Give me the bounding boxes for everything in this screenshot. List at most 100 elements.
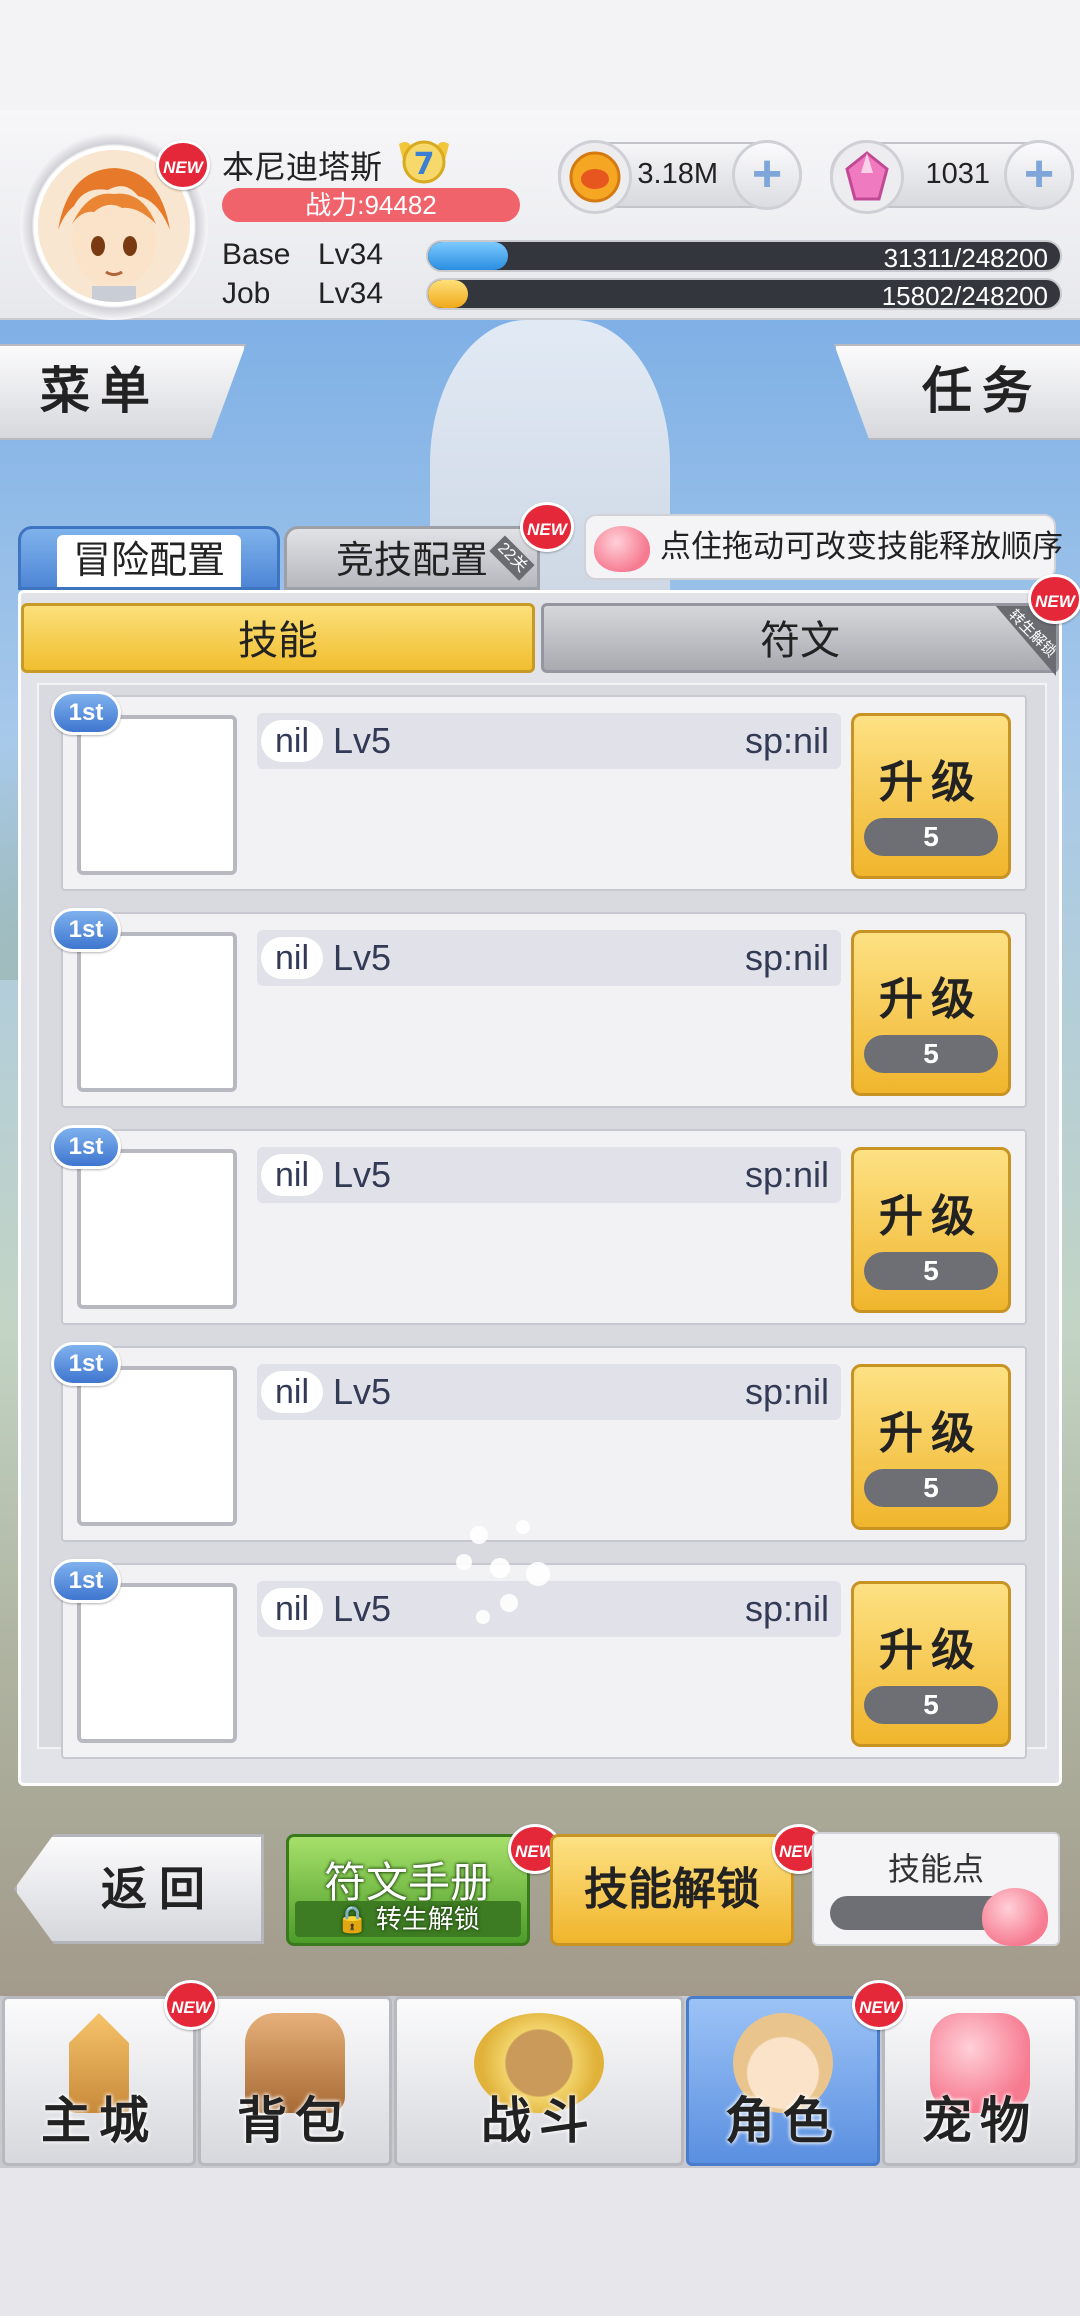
poring-icon xyxy=(594,526,650,572)
avatar-new-badge: NEW xyxy=(156,140,210,190)
skill-sp-cost: sp:nil xyxy=(744,937,829,978)
add-zeny-button[interactable]: + xyxy=(732,140,802,210)
rune-book-button[interactable]: 符文手册 🔒 转生解锁 xyxy=(286,1834,530,1946)
skill-points-label: 技能点 xyxy=(887,1851,984,1887)
arena-new-badge: NEW xyxy=(520,502,574,552)
base-level: Lv34 xyxy=(318,238,384,271)
gem-value: 1031 xyxy=(925,158,990,190)
skill-card[interactable]: 1st nil Lv5 sp:nil 升级 5 xyxy=(51,691,1027,891)
rune-new-badge: NEW xyxy=(1028,574,1080,624)
job-exp-text: 15802/248200 xyxy=(881,281,1048,310)
subtab-rune-label: 符文 xyxy=(760,619,840,663)
skill-name: nil xyxy=(261,1154,324,1196)
coin-icon xyxy=(558,140,632,214)
skill-card[interactable]: 1st nil Lv5 sp:nil 升级 5 xyxy=(51,908,1027,1108)
base-exp-text: 31311/248200 xyxy=(883,243,1048,272)
rank-badge-icon: 7 xyxy=(395,134,453,188)
skill-card[interactable]: 1st nil Lv5 sp:nil 升级 5 xyxy=(51,1125,1027,1325)
nav-character-new-badge: NEW xyxy=(852,1980,906,2030)
upgrade-cost: 5 xyxy=(864,818,998,856)
skill-icon-slot[interactable] xyxy=(77,1366,237,1526)
base-label: Base xyxy=(222,238,291,271)
skill-level: Lv5 xyxy=(333,720,392,761)
skill-points-box: 技能点 xyxy=(812,1832,1060,1946)
subtab-rune[interactable]: 符文 转生解锁 xyxy=(541,603,1059,676)
nav-character[interactable]: 角色 xyxy=(686,1996,880,2166)
nav-castle-label: 主城 xyxy=(41,2093,157,2149)
upgrade-label: 升级 xyxy=(879,1192,983,1241)
tab-arena-config[interactable]: 竞技配置 22关 xyxy=(284,526,540,590)
nav-battle-label: 战斗 xyxy=(481,2093,597,2149)
rank-number: 7 xyxy=(414,147,435,182)
base-level-row: Base Lv34 xyxy=(222,238,383,274)
player-name: 本尼迪塔斯 xyxy=(222,149,383,185)
skill-level: Lv5 xyxy=(333,1371,392,1412)
rune-book-label: 符文手册 xyxy=(323,1859,492,1906)
job-level: Lv34 xyxy=(318,277,384,310)
skill-info: nil Lv5 sp:nil xyxy=(257,1147,841,1203)
nav-pet-label: 宠物 xyxy=(922,2093,1038,2149)
skill-level: Lv5 xyxy=(333,1588,392,1629)
class-tier-badge: 1st xyxy=(51,908,121,952)
class-tier-badge: 1st xyxy=(51,1125,121,1169)
skill-icon-slot[interactable] xyxy=(77,1149,237,1309)
base-exp-bar: 31311/248200 xyxy=(426,240,1062,272)
status-area xyxy=(0,0,1080,120)
upgrade-label: 升级 xyxy=(879,758,983,807)
bottom-nav: 主城 背包 战斗 角色 宠物 xyxy=(0,1996,1080,2168)
skill-info: nil Lv5 sp:nil xyxy=(257,713,841,769)
gem-icon xyxy=(830,140,904,214)
nav-castle[interactable]: 主城 xyxy=(2,1996,196,2166)
drag-tip: 点住拖动可改变技能释放顺序 xyxy=(584,514,1063,580)
sparkle-effect xyxy=(440,1510,560,1630)
upgrade-cost: 5 xyxy=(864,1469,998,1507)
task-button[interactable]: 任务 xyxy=(834,344,1080,440)
upgrade-label: 升级 xyxy=(879,1409,983,1458)
nav-pet[interactable]: 宠物 xyxy=(882,1996,1078,2166)
nav-backpack-label: 背包 xyxy=(237,2093,353,2149)
upgrade-label: 升级 xyxy=(879,1626,983,1675)
skill-icon-slot[interactable] xyxy=(77,1583,237,1743)
skill-sp-cost: sp:nil xyxy=(744,1371,829,1412)
upgrade-cost: 5 xyxy=(864,1686,998,1724)
upgrade-button[interactable]: 升级 5 xyxy=(851,1147,1011,1313)
skill-name: nil xyxy=(261,1588,324,1630)
skill-info: nil Lv5 sp:nil xyxy=(257,930,841,986)
gem-counter: 1031 + xyxy=(830,140,1074,214)
job-exp-bar: 15802/248200 xyxy=(426,278,1062,310)
skill-icon-slot[interactable] xyxy=(77,932,237,1092)
upgrade-button[interactable]: 升级 5 xyxy=(851,1581,1011,1747)
upgrade-button[interactable]: 升级 5 xyxy=(851,713,1011,879)
menu-button[interactable]: 菜单 xyxy=(0,344,246,440)
tab-adventure-label: 冒险配置 xyxy=(56,535,241,587)
tab-arena-label: 竞技配置 xyxy=(335,540,488,582)
player-header: NEW 本尼迪塔斯 7 战力:94482 3.18M + 1031 + Base… xyxy=(0,110,1080,320)
upgrade-button[interactable]: 升级 5 xyxy=(851,930,1011,1096)
job-exp-fill xyxy=(428,280,469,308)
nav-backpack[interactable]: 背包 xyxy=(198,1996,392,2166)
skill-sp-cost: sp:nil xyxy=(744,1154,829,1195)
zeny-counter: 3.18M + xyxy=(558,140,802,214)
skill-unlock-button[interactable]: 技能解锁 xyxy=(550,1834,794,1946)
nav-battle[interactable]: 战斗 xyxy=(394,1996,684,2166)
lock-icon: 🔒 xyxy=(336,1904,369,1934)
skill-level: Lv5 xyxy=(333,937,392,978)
skill-sp-cost: sp:nil xyxy=(744,720,829,761)
rune-book-lock: 🔒 转生解锁 xyxy=(295,1901,521,1937)
combat-power: 战力:94482 xyxy=(222,188,520,222)
skill-sp-cost: sp:nil xyxy=(744,1588,829,1629)
upgrade-cost: 5 xyxy=(864,1035,998,1073)
add-gem-button[interactable]: + xyxy=(1004,140,1074,210)
subtab-skill[interactable]: 技能 xyxy=(21,603,535,673)
skill-icon-slot[interactable] xyxy=(77,715,237,875)
class-tier-badge: 1st xyxy=(51,691,121,735)
back-button[interactable]: 返回 xyxy=(14,1834,264,1944)
rune-book-lock-text: 转生解锁 xyxy=(375,1904,480,1934)
job-level-row: Job Lv34 xyxy=(222,277,383,313)
upgrade-button[interactable]: 升级 5 xyxy=(851,1364,1011,1530)
upgrade-cost: 5 xyxy=(864,1252,998,1290)
class-tier-badge: 1st xyxy=(51,1342,121,1386)
tab-adventure-config[interactable]: 冒险配置 xyxy=(18,526,280,590)
skill-info: nil Lv5 sp:nil xyxy=(257,1364,841,1420)
bottom-safe-area xyxy=(0,2168,1080,2316)
